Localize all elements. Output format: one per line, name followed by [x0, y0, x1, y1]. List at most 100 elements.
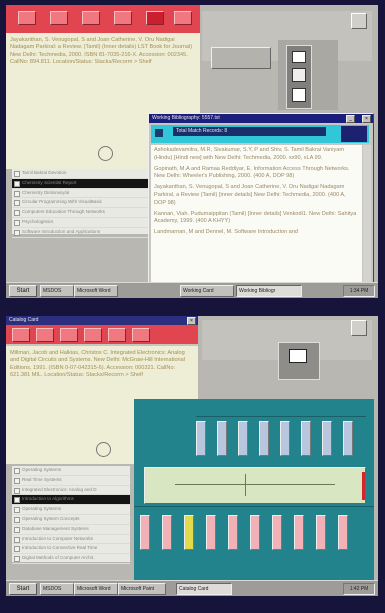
- bibliography-window: Working Bibliography: 5557.txt _ × Total…: [148, 113, 374, 287]
- taskbar-button-active[interactable]: Catalog Card: [176, 583, 232, 595]
- book-spine[interactable]: [301, 421, 311, 456]
- book-spine[interactable]: [238, 421, 248, 456]
- tool-icon[interactable]: [289, 349, 307, 363]
- position-flag: [362, 472, 365, 500]
- taskbar-button[interactable]: Working Card: [180, 285, 234, 297]
- bib-entry: Ashokadevamitra, M.R, Sivakumar, S.Y, P …: [154, 147, 345, 161]
- toolbar-icon[interactable]: [108, 328, 126, 342]
- toolbar-icon[interactable]: [84, 328, 102, 342]
- book-spine[interactable]: [228, 515, 238, 550]
- toolbar-icon[interactable]: [146, 11, 164, 25]
- ok-button[interactable]: [211, 47, 271, 69]
- list-item[interactable]: Tamil Bakrai Devotion: [12, 169, 152, 179]
- toolbar-icon[interactable]: [12, 328, 30, 342]
- scrollbar[interactable]: [363, 145, 371, 283]
- list-item[interactable]: Operating System Concepts: [12, 515, 130, 525]
- book-spine[interactable]: [316, 515, 326, 550]
- title-list: Tamil Bakrai Devotion Chemistry Scientis…: [12, 169, 152, 238]
- taskbar: Start MSDOS Microsoft Word Working Card …: [6, 282, 378, 298]
- book-spine[interactable]: [196, 421, 206, 456]
- toolbar: [6, 325, 198, 344]
- list-item[interactable]: Digital Methods of Computer Archit.: [12, 554, 130, 564]
- shelf-line: [196, 416, 366, 417]
- taskbar-button[interactable]: MSDOS: [40, 285, 74, 297]
- start-button[interactable]: Start: [9, 285, 37, 297]
- screen-bottom: Catalog Card × Millman, Jacob and Halkia…: [6, 316, 378, 596]
- list-item[interactable]: Computers Education Through Networks: [12, 208, 152, 218]
- book-spine[interactable]: [217, 421, 227, 456]
- clock: 1:34 PM: [343, 285, 375, 297]
- toolbar-icon[interactable]: [82, 11, 100, 25]
- tool-icon[interactable]: [292, 51, 306, 63]
- list-item-selected[interactable]: Chemistry Scientist Report: [12, 178, 152, 189]
- bibliography-list: Ashokadevamitra, M.R, Sivakumar, S.Y, P …: [151, 145, 362, 283]
- list-item[interactable]: Operating Systems: [12, 505, 130, 515]
- list-item[interactable]: Circular Programming With VisualBasic: [12, 198, 152, 209]
- book-spine[interactable]: [162, 515, 172, 550]
- tool-strip: [278, 342, 320, 380]
- toolbar-icon[interactable]: [60, 328, 78, 342]
- taskbar-button[interactable]: Microsoft Paint: [118, 583, 166, 595]
- book-spine[interactable]: [338, 515, 348, 550]
- close-icon[interactable]: ×: [187, 317, 196, 325]
- list-item[interactable]: Chemistry Distionary/al: [12, 189, 152, 199]
- list-item-selected[interactable]: Introduction to Algorithms: [12, 495, 130, 506]
- bib-entry: Jayakanthan, S. Venugopal, S and Joan Ca…: [154, 184, 346, 206]
- toolbar-icon[interactable]: [18, 11, 36, 25]
- tool-strip: [286, 45, 312, 109]
- list-item[interactable]: Real Time Systems: [12, 476, 130, 486]
- reference-text: Jayakanthan, S. Venugopal, S and Joan Ca…: [10, 37, 193, 66]
- corner-icon[interactable]: [351, 320, 367, 336]
- toolbar-icon[interactable]: [114, 11, 132, 25]
- match-count: Total Match Records: 8: [173, 127, 326, 136]
- list-item[interactable]: Database Management Systems: [12, 525, 130, 535]
- toolbar-icon[interactable]: [50, 11, 68, 25]
- shelf-top-row: [196, 419, 366, 459]
- book-spine[interactable]: [343, 421, 353, 456]
- book-spine[interactable]: [322, 421, 332, 456]
- status-circle: [96, 442, 111, 457]
- book-spine[interactable]: [184, 515, 194, 550]
- corner-icon[interactable]: [351, 13, 367, 29]
- list-item[interactable]: Introduction to Connective Real Time: [12, 544, 130, 555]
- clock: 1:42 PM: [343, 583, 375, 595]
- book-spine[interactable]: [140, 515, 150, 550]
- popup-header-bar: Total Match Records: 8: [151, 125, 369, 143]
- bib-entry: Gopinath, M.A and Ramaa Reddiyar, E. Inf…: [154, 165, 350, 180]
- taskbar-button-active[interactable]: Working Bibliogr: [236, 285, 302, 297]
- taskbar-button[interactable]: Microsoft Word: [74, 285, 118, 297]
- list-item[interactable]: Introduction to Computer Networks: [12, 535, 130, 545]
- book-icon: [155, 129, 163, 137]
- taskbar-button[interactable]: Microsoft Word: [74, 583, 118, 595]
- start-button[interactable]: Start: [9, 583, 37, 595]
- book-spine[interactable]: [206, 515, 216, 550]
- book-spine[interactable]: [272, 515, 282, 550]
- reference-text: Millman, Jacob and Halkias, Christos C. …: [10, 350, 186, 379]
- shelf-bottom-row: [134, 513, 374, 553]
- taskbar-button[interactable]: MSDOS: [40, 583, 74, 595]
- tool-icon[interactable]: [292, 88, 306, 102]
- list-item[interactable]: Software Introduction and Applications: [12, 228, 152, 238]
- book-spine[interactable]: [280, 421, 290, 456]
- catalog-titlebar: Catalog Card ×: [6, 316, 198, 325]
- toolbar: [6, 5, 200, 33]
- toolbar-icon[interactable]: [132, 328, 150, 342]
- title-list: Operating Systems Real Time Systems Inte…: [12, 466, 130, 564]
- tool-icon[interactable]: [292, 68, 306, 82]
- shelf-view: [134, 399, 374, 582]
- book-spine[interactable]: [259, 421, 269, 456]
- list-item[interactable]: Operating Systems: [12, 466, 130, 476]
- range-line: [175, 484, 335, 485]
- range-marker: [245, 474, 246, 496]
- close-icon[interactable]: ×: [362, 115, 371, 123]
- screen-top: Jayakanthan, S. Venugopal, S and Joan Ca…: [6, 5, 378, 298]
- book-spine[interactable]: [250, 515, 260, 550]
- list-item[interactable]: Integrated Electronics: Analog and D: [12, 486, 130, 496]
- toolbar-icon[interactable]: [174, 11, 192, 25]
- toolbar-icon[interactable]: [36, 328, 54, 342]
- list-item[interactable]: Psychologistics: [12, 218, 152, 228]
- book-spine[interactable]: [294, 515, 304, 550]
- taskbar: Start MSDOS Microsoft Word Microsoft Pai…: [6, 580, 378, 596]
- window-title: Catalog Card: [9, 317, 39, 323]
- minimize-icon[interactable]: _: [346, 115, 355, 123]
